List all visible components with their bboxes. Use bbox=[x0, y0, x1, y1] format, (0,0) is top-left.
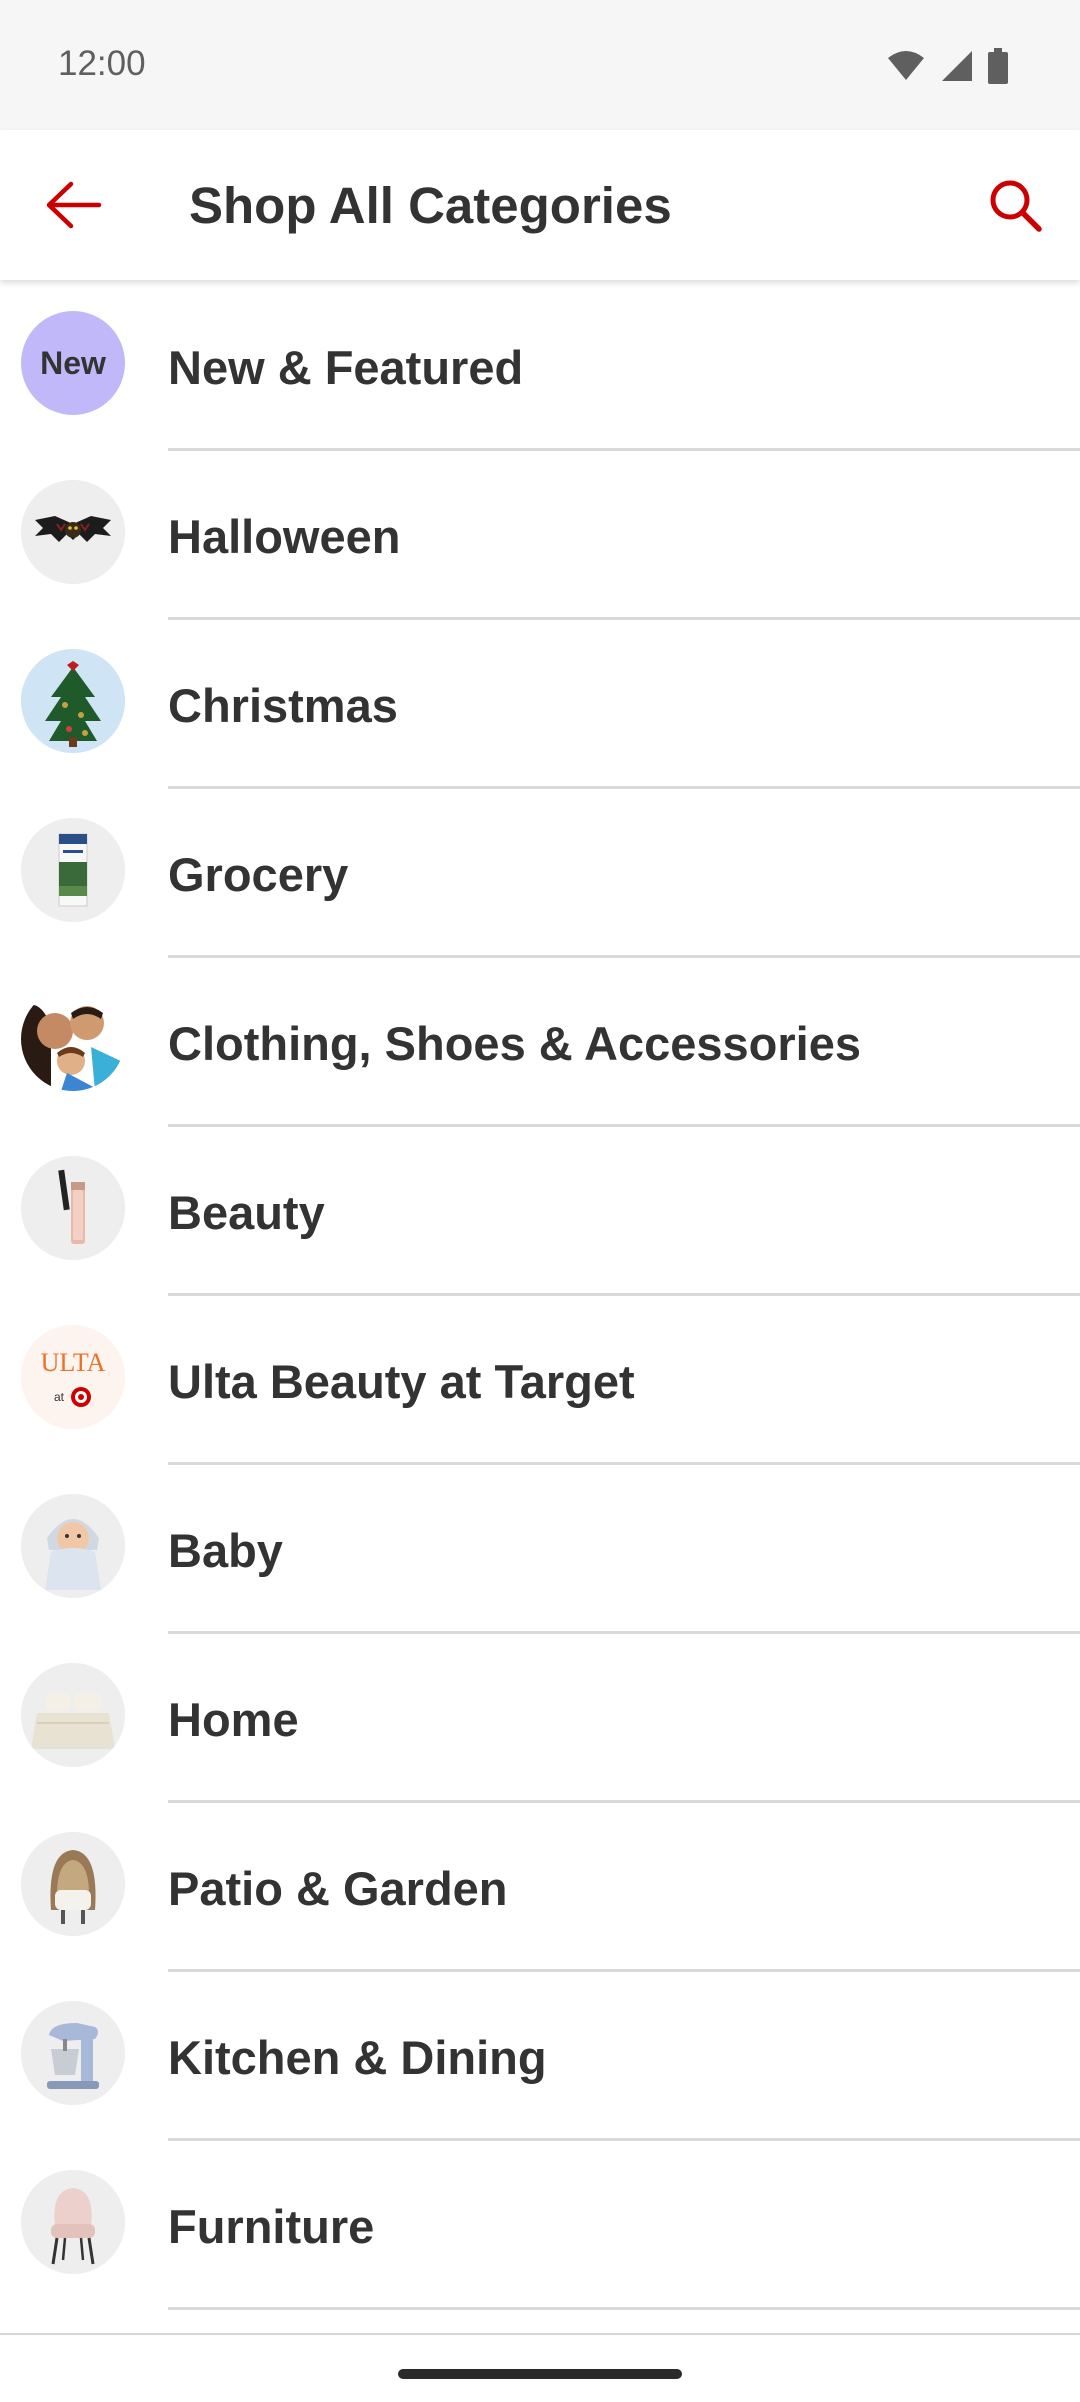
wifi-icon bbox=[888, 51, 924, 80]
category-list: New New & Featured Halloween Christmas G… bbox=[0, 282, 1080, 2310]
category-item-beauty[interactable]: Beauty bbox=[0, 1127, 1080, 1296]
status-icons bbox=[886, 48, 1008, 84]
back-button[interactable] bbox=[38, 170, 108, 240]
category-label: Furniture bbox=[168, 2200, 375, 2253]
bat-decoration-image bbox=[21, 480, 125, 584]
category-label: Kitchen & Dining bbox=[168, 2031, 547, 2084]
category-label: Christmas bbox=[168, 679, 398, 732]
stand-mixer-image bbox=[21, 2001, 125, 2105]
category-label: Halloween bbox=[168, 510, 401, 563]
category-item-home[interactable]: Home bbox=[0, 1634, 1080, 1803]
category-label: Patio & Garden bbox=[168, 1862, 508, 1915]
signal-icon bbox=[942, 51, 972, 81]
battery-icon bbox=[988, 48, 1008, 84]
bedding-image bbox=[21, 1663, 125, 1767]
category-item-kitchen[interactable]: Kitchen & Dining bbox=[0, 1972, 1080, 2141]
new-badge-label: New bbox=[40, 344, 106, 381]
category-label: Beauty bbox=[168, 1186, 325, 1239]
status-time: 12:00 bbox=[58, 44, 146, 83]
category-item-christmas[interactable]: Christmas bbox=[0, 620, 1080, 789]
category-label: Ulta Beauty at Target bbox=[168, 1355, 635, 1408]
category-item-furniture[interactable]: Furniture bbox=[0, 2141, 1080, 2310]
category-label: Home bbox=[168, 1693, 299, 1746]
navigation-bar bbox=[0, 2333, 1080, 2402]
mascara-image bbox=[21, 1156, 125, 1260]
category-item-baby[interactable]: Baby bbox=[0, 1465, 1080, 1634]
christmas-tree-image bbox=[21, 649, 125, 753]
ulta-logo-image: ULTA at bbox=[21, 1325, 125, 1429]
family-photo-image bbox=[21, 987, 125, 1091]
category-label: Grocery bbox=[168, 848, 349, 901]
new-badge: New bbox=[21, 311, 125, 415]
svg-text:at: at bbox=[54, 1390, 65, 1404]
category-item-patio[interactable]: Patio & Garden bbox=[0, 1803, 1080, 1972]
category-item-clothing[interactable]: Clothing, Shoes & Accessories bbox=[0, 958, 1080, 1127]
page-title: Shop All Categories bbox=[189, 177, 672, 234]
milk-carton-image bbox=[21, 818, 125, 922]
category-item-grocery[interactable]: Grocery bbox=[0, 789, 1080, 958]
category-item-ulta[interactable]: ULTA at Ulta Beauty at Target bbox=[0, 1296, 1080, 1465]
category-label: Baby bbox=[168, 1524, 283, 1577]
search-icon bbox=[990, 180, 1042, 232]
arrow-left-icon bbox=[46, 181, 102, 229]
app-bar: Shop All Categories bbox=[0, 130, 1080, 280]
category-item-new-featured[interactable]: New New & Featured bbox=[0, 282, 1080, 451]
category-label: Clothing, Shoes & Accessories bbox=[168, 1017, 861, 1070]
pink-chair-image bbox=[21, 2170, 125, 2274]
search-button[interactable] bbox=[980, 170, 1050, 240]
svg-text:ULTA: ULTA bbox=[41, 1348, 106, 1377]
status-bar: 12:00 bbox=[0, 0, 1080, 130]
home-indicator[interactable] bbox=[398, 2369, 682, 2379]
egg-chair-image bbox=[21, 1832, 125, 1936]
baby-photo-image bbox=[21, 1494, 125, 1598]
category-label: New & Featured bbox=[168, 341, 524, 394]
category-item-halloween[interactable]: Halloween bbox=[0, 451, 1080, 620]
